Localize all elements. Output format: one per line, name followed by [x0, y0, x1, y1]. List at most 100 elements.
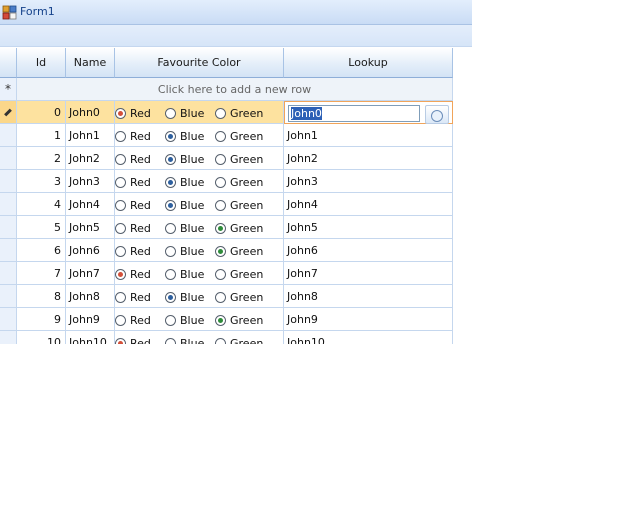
table-row[interactable]: 5 John5 Red Blue Green John5 [0, 216, 453, 239]
radio-green[interactable]: Green [215, 331, 263, 344]
radio-circle[interactable] [115, 177, 126, 188]
radio-red[interactable]: Red [115, 147, 151, 170]
radio-red[interactable]: Red [115, 170, 151, 193]
radio-circle[interactable] [115, 246, 126, 257]
cell-name[interactable]: John10 [66, 331, 115, 344]
column-header-lookup[interactable]: Lookup [284, 48, 453, 78]
cell-id[interactable]: 1 [17, 124, 66, 147]
radio-green[interactable]: Green [215, 147, 263, 170]
table-row[interactable]: 7 John7 Red Blue Green John7 [0, 262, 453, 285]
cell-name[interactable]: John9 [66, 308, 115, 331]
header-row-indicator[interactable] [0, 48, 17, 78]
cell-favourite-color[interactable]: Red Blue Green [115, 124, 284, 147]
table-row[interactable]: 1 John1 Red Blue Green John1 [0, 124, 453, 147]
cell-favourite-color[interactable]: Red Blue Green [115, 308, 284, 331]
table-row[interactable]: 10 John10 Red Blue Green John10 [0, 331, 453, 344]
cell-name[interactable]: John0 [66, 101, 115, 124]
radio-circle[interactable] [215, 200, 226, 211]
cell-lookup[interactable]: John5 [284, 216, 453, 239]
radio-circle[interactable] [215, 338, 226, 344]
row-indicator[interactable] [0, 170, 17, 193]
radio-circle[interactable] [215, 269, 226, 280]
radio-circle[interactable] [165, 108, 176, 119]
radio-circle[interactable] [115, 269, 126, 280]
radio-circle[interactable] [165, 292, 176, 303]
radio-circle[interactable] [165, 223, 176, 234]
cell-name[interactable]: John6 [66, 239, 115, 262]
radio-circle[interactable] [165, 269, 176, 280]
cell-lookup[interactable]: John2 [284, 147, 453, 170]
radio-green[interactable]: Green [215, 101, 263, 124]
cell-favourite-color[interactable]: Red Blue Green [115, 170, 284, 193]
cell-lookup[interactable]: John8 [284, 285, 453, 308]
lookup-edit-input[interactable]: John0 [288, 105, 420, 122]
cell-lookup[interactable]: John4 [284, 193, 453, 216]
cell-name[interactable]: John5 [66, 216, 115, 239]
radio-circle[interactable] [115, 292, 126, 303]
radio-red[interactable]: Red [115, 331, 151, 344]
column-header-favourite-color[interactable]: Favourite Color [115, 48, 284, 78]
radio-circle[interactable] [215, 223, 226, 234]
cell-favourite-color[interactable]: Red Blue Green [115, 101, 284, 124]
table-row[interactable]: 9 John9 Red Blue Green John9 [0, 308, 453, 331]
radio-blue[interactable]: Blue [165, 216, 204, 239]
radio-blue[interactable]: Blue [165, 262, 204, 285]
cell-lookup[interactable]: John10 [284, 331, 453, 344]
radio-green[interactable]: Green [215, 262, 263, 285]
cell-lookup[interactable]: John6 [284, 239, 453, 262]
radio-circle[interactable] [165, 200, 176, 211]
cell-id[interactable]: 2 [17, 147, 66, 170]
radio-red[interactable]: Red [115, 308, 151, 331]
radio-circle[interactable] [165, 131, 176, 142]
row-indicator[interactable] [0, 147, 17, 170]
cell-lookup[interactable]: John0 [284, 101, 453, 124]
row-indicator[interactable] [0, 262, 17, 285]
radio-circle[interactable] [215, 246, 226, 257]
radio-circle[interactable] [115, 338, 126, 344]
cell-favourite-color[interactable]: Red Blue Green [115, 147, 284, 170]
table-row[interactable]: 4 John4 Red Blue Green John4 [0, 193, 453, 216]
row-indicator[interactable] [0, 124, 17, 147]
add-new-row[interactable]: * Click here to add a new row [0, 78, 453, 101]
cell-favourite-color[interactable]: Red Blue Green [115, 239, 284, 262]
cell-name[interactable]: John1 [66, 124, 115, 147]
radio-green[interactable]: Green [215, 239, 263, 262]
radio-circle[interactable] [115, 223, 126, 234]
radio-circle[interactable] [115, 315, 126, 326]
cell-name[interactable]: John7 [66, 262, 115, 285]
cell-id[interactable]: 5 [17, 216, 66, 239]
radio-green[interactable]: Green [215, 285, 263, 308]
radio-blue[interactable]: Blue [165, 308, 204, 331]
cell-lookup[interactable]: John3 [284, 170, 453, 193]
radio-green[interactable]: Green [215, 193, 263, 216]
radio-green[interactable]: Green [215, 308, 263, 331]
radio-circle[interactable] [215, 154, 226, 165]
radio-circle[interactable] [115, 131, 126, 142]
row-indicator[interactable] [0, 285, 17, 308]
radio-circle[interactable] [165, 154, 176, 165]
cell-id[interactable]: 10 [17, 331, 66, 344]
cell-id[interactable]: 4 [17, 193, 66, 216]
radio-circle[interactable] [115, 108, 126, 119]
cell-id[interactable]: 0 [17, 101, 66, 124]
cell-lookup[interactable]: John7 [284, 262, 453, 285]
table-row[interactable]: 2 John2 Red Blue Green John2 [0, 147, 453, 170]
cell-id[interactable]: 8 [17, 285, 66, 308]
cell-id[interactable]: 6 [17, 239, 66, 262]
cell-name[interactable]: John2 [66, 147, 115, 170]
radio-circle[interactable] [165, 315, 176, 326]
radio-circle[interactable] [115, 154, 126, 165]
table-row[interactable]: 3 John3 Red Blue Green John3 [0, 170, 453, 193]
radio-circle[interactable] [215, 108, 226, 119]
cell-id[interactable]: 9 [17, 308, 66, 331]
radio-red[interactable]: Red [115, 193, 151, 216]
table-row[interactable]: 6 John6 Red Blue Green John6 [0, 239, 453, 262]
radio-blue[interactable]: Blue [165, 239, 204, 262]
radio-circle[interactable] [165, 338, 176, 344]
radio-green[interactable]: Green [215, 170, 263, 193]
radio-red[interactable]: Red [115, 124, 151, 147]
cell-favourite-color[interactable]: Red Blue Green [115, 216, 284, 239]
radio-circle[interactable] [215, 292, 226, 303]
cell-favourite-color[interactable]: Red Blue Green [115, 262, 284, 285]
radio-green[interactable]: Green [215, 216, 263, 239]
